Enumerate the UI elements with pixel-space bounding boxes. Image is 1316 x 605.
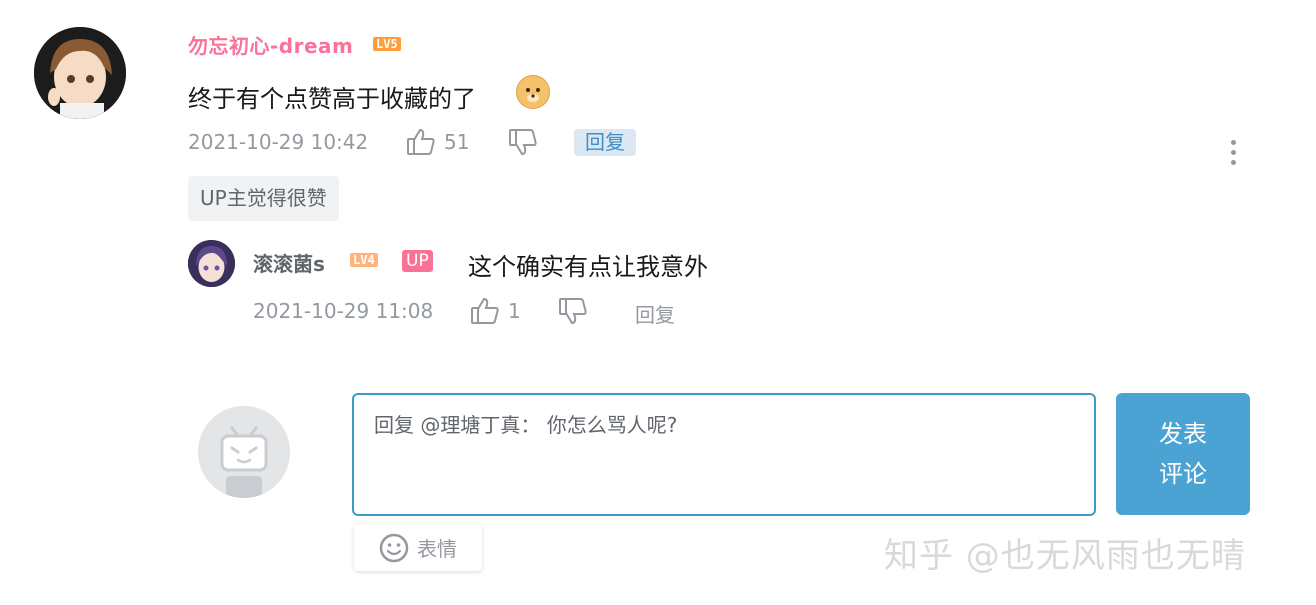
more-options-icon[interactable] — [1226, 140, 1240, 170]
reply-button[interactable]: 回复 — [635, 299, 675, 328]
current-user-avatar — [198, 406, 290, 498]
thumbs-down-icon[interactable] — [558, 297, 588, 329]
reply-like-count: 1 — [508, 299, 521, 323]
reply-username[interactable]: 滚滚菌s — [253, 248, 325, 277]
up-liked-tag: UP主觉得很赞 — [188, 176, 339, 221]
comment-text: 终于有个点赞高于收藏的了 — [188, 85, 476, 113]
user-avatar[interactable] — [34, 27, 126, 119]
submit-label-line1: 发表 — [1159, 420, 1207, 448]
doge-emoji-icon — [516, 75, 550, 109]
reply-user-level-badge: LV4 — [350, 253, 378, 267]
up-badge: UP — [402, 250, 433, 272]
submit-comment-button[interactable]: 发表 评论 — [1116, 393, 1250, 515]
reply-timestamp: 2021-10-29 11:08 — [253, 299, 434, 323]
thumbs-up-icon[interactable] — [406, 128, 436, 160]
like-count: 51 — [444, 130, 470, 154]
comment-timestamp: 2021-10-29 10:42 — [188, 130, 369, 154]
thumbs-up-icon[interactable] — [470, 297, 500, 329]
emoji-label: 表情 — [417, 537, 457, 561]
reply-user-avatar[interactable] — [188, 240, 235, 287]
watermark: 知乎 @也无风雨也无晴 — [884, 536, 1246, 576]
smiley-icon — [379, 533, 409, 562]
reply-button[interactable]: 回复 — [574, 129, 636, 156]
emoji-button[interactable]: 表情 — [354, 524, 482, 571]
comment-input[interactable]: 回复 @理塘丁真： 你怎么骂人呢? — [352, 393, 1096, 516]
reply-text: 这个确实有点让我意外 — [468, 253, 708, 281]
thumbs-down-icon[interactable] — [508, 128, 538, 160]
user-level-badge: LV5 — [373, 37, 401, 51]
submit-label-line2: 评论 — [1159, 460, 1207, 488]
comment-username[interactable]: 勿忘初心-dream — [188, 30, 353, 59]
